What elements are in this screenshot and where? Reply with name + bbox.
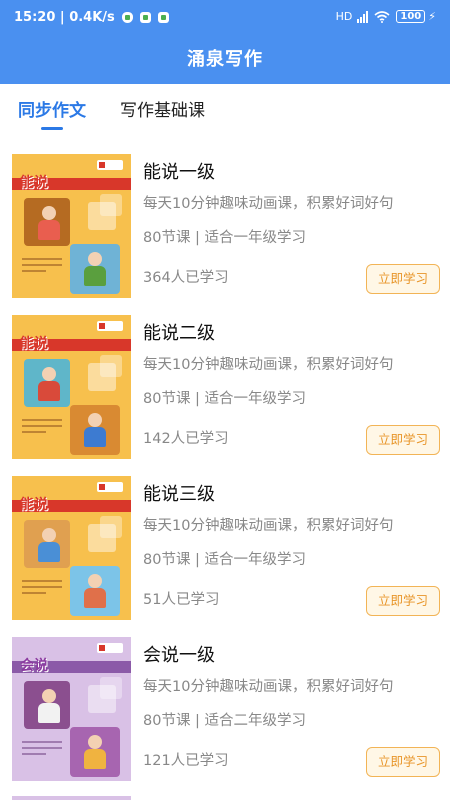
cover-title: 能说	[20, 336, 48, 352]
cover-illustration	[24, 520, 70, 568]
learner-count: 364人已学习	[143, 270, 229, 286]
course-name[interactable]: 能说二级	[143, 319, 215, 345]
course-name[interactable]: 能说一级	[143, 158, 215, 184]
status-speed: 0.4K/s	[69, 10, 115, 25]
course-meta: 80节课 | 适合一年级学习	[143, 391, 307, 407]
course-item[interactable]: 能说 能说一级 每天10分钟趣味动画课，积累好词好句 80节课 | 适合一年级学…	[0, 154, 450, 304]
status-bar: 15:20 | 0.4K/s HD 100 ⚡	[0, 0, 450, 38]
signal-icon	[356, 10, 369, 23]
cover-decoration	[88, 685, 116, 713]
start-learning-button[interactable]: 立即学习	[366, 747, 440, 777]
cover-decoration	[88, 202, 116, 230]
cover-text-lines	[22, 580, 62, 598]
tab-writing-basics[interactable]: 写作基础课	[120, 96, 205, 121]
app-notification-icon	[157, 12, 169, 23]
course-description: 每天10分钟趣味动画课，积累好词好句	[143, 357, 394, 373]
learner-count: 51人已学习	[143, 592, 220, 608]
course-item[interactable]: 会说 会说一级 每天10分钟趣味动画课，积累好词好句 80节课 | 适合二年级学…	[0, 637, 450, 787]
course-cover-image[interactable]: 会说	[12, 637, 131, 781]
cover-decoration	[88, 363, 116, 391]
course-cover-image[interactable]: 能说	[12, 315, 131, 459]
start-learning-button[interactable]: 立即学习	[366, 425, 440, 455]
next-course-cover-partial	[12, 796, 131, 800]
cover-title: 能说	[20, 497, 48, 513]
course-description: 每天10分钟趣味动画课，积累好词好句	[143, 196, 394, 212]
course-name[interactable]: 能说三级	[143, 480, 215, 506]
network-type: HD	[335, 10, 353, 23]
cover-title: 会说	[20, 658, 48, 674]
app-notification-icon	[139, 12, 151, 23]
publisher-logo	[97, 160, 123, 170]
course-cover-image[interactable]: 能说	[12, 476, 131, 620]
status-left: 15:20 | 0.4K/s	[14, 10, 169, 25]
cover-text-lines	[22, 258, 62, 276]
tab-sync-composition[interactable]: 同步作文	[18, 96, 86, 121]
publisher-logo	[97, 482, 123, 492]
cover-illustration	[70, 244, 120, 294]
learner-count: 121人已学习	[143, 753, 229, 769]
cover-text-lines	[22, 419, 62, 437]
status-time: 15:20	[14, 10, 56, 25]
course-meta: 80节课 | 适合一年级学习	[143, 230, 307, 246]
status-separator: |	[55, 10, 70, 25]
active-tab-indicator	[41, 127, 63, 130]
battery-icon: 100	[396, 10, 426, 23]
cover-title: 能说	[20, 175, 48, 191]
course-description: 每天10分钟趣味动画课，积累好词好句	[143, 679, 394, 695]
cover-text-lines	[22, 741, 62, 759]
wifi-icon	[374, 10, 390, 23]
learner-count: 142人已学习	[143, 431, 229, 447]
start-learning-button[interactable]: 立即学习	[366, 264, 440, 294]
cover-illustration	[70, 727, 120, 777]
publisher-logo	[97, 321, 123, 331]
start-learning-button[interactable]: 立即学习	[366, 586, 440, 616]
course-description: 每天10分钟趣味动画课，积累好词好句	[143, 518, 394, 534]
course-meta: 80节课 | 适合二年级学习	[143, 713, 307, 729]
course-item[interactable]: 能说 能说三级 每天10分钟趣味动画课，积累好词好句 80节课 | 适合一年级学…	[0, 476, 450, 626]
page-title: 涌泉写作	[187, 49, 263, 70]
course-name[interactable]: 会说一级	[143, 641, 215, 667]
course-cover-image[interactable]: 能说	[12, 154, 131, 298]
app-header: 15:20 | 0.4K/s HD 100 ⚡ 涌泉写作	[0, 0, 450, 84]
cover-illustration	[70, 566, 120, 616]
cover-decoration	[88, 524, 116, 552]
cover-illustration	[24, 681, 70, 729]
charging-icon: ⚡	[428, 10, 436, 23]
course-meta: 80节课 | 适合一年级学习	[143, 552, 307, 568]
cover-illustration	[70, 405, 120, 455]
shield-icon	[121, 12, 133, 23]
status-right: HD 100 ⚡	[336, 10, 436, 23]
cover-illustration	[24, 359, 70, 407]
tab-bar: 同步作文 写作基础课	[0, 84, 450, 136]
cover-illustration	[24, 198, 70, 246]
course-item[interactable]: 能说 能说二级 每天10分钟趣味动画课，积累好词好句 80节课 | 适合一年级学…	[0, 315, 450, 465]
publisher-logo	[97, 643, 123, 653]
